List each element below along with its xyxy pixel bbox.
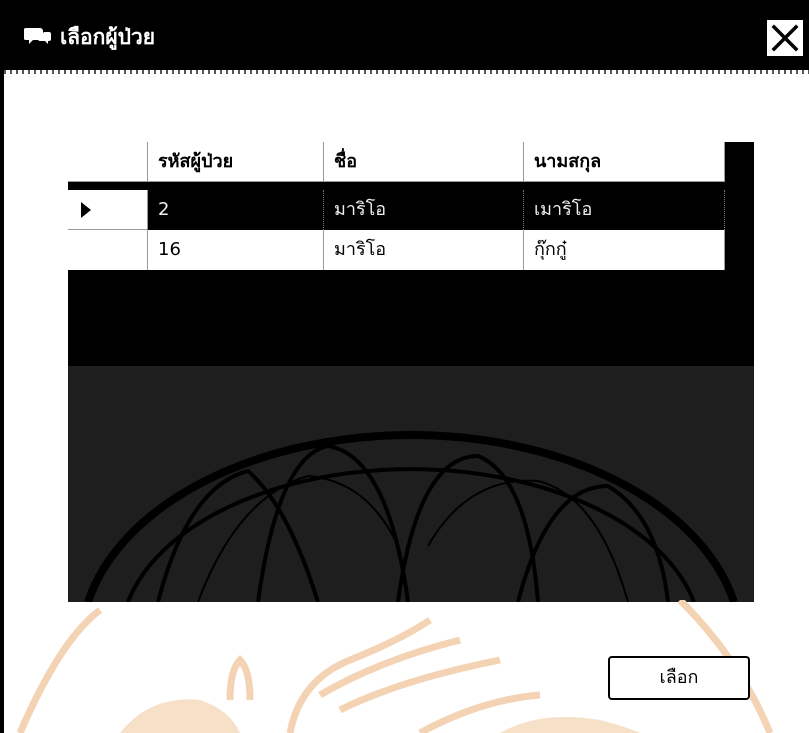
cell-first-name[interactable]: มาริโอ	[324, 190, 524, 230]
title-bar[interactable]: เลือกผู้ป่วย	[0, 0, 809, 70]
cell-patient-id[interactable]: 2	[148, 190, 324, 230]
cell-patient-id[interactable]: 16	[148, 230, 324, 270]
column-header-first-name[interactable]: ชื่อ	[324, 142, 524, 182]
column-header-patient-id[interactable]: รหัสผู้ป่วย	[148, 142, 324, 182]
column-header-last-name[interactable]: นามสกุล	[524, 142, 725, 182]
row-header[interactable]	[68, 190, 148, 230]
cell-first-name[interactable]: มาริโอ	[324, 230, 524, 270]
grid-empty-area	[68, 366, 754, 602]
patient-grid[interactable]: รหัสผู้ป่วย ชื่อ นามสกุล 2 มาริโอ เมาริโ…	[68, 142, 754, 602]
select-patient-dialog: เลือกผู้ป่วย รหัสผู้ป่วย ชื่อ นามสกุล 2 …	[0, 0, 809, 733]
window-title: เลือกผู้ป่วย	[60, 25, 156, 49]
grid-corner-cell	[68, 142, 148, 182]
close-icon	[771, 24, 799, 52]
cell-last-name[interactable]: กุ๊กกู๋	[524, 230, 725, 270]
close-button[interactable]	[765, 18, 805, 58]
row-header[interactable]	[68, 230, 148, 270]
cell-last-name[interactable]: เมาริโอ	[524, 190, 725, 230]
client-area-edge	[4, 70, 809, 74]
chat-bubbles-icon	[23, 26, 52, 46]
select-button[interactable]: เลือก	[608, 656, 750, 700]
triangle-right-icon	[81, 202, 91, 218]
